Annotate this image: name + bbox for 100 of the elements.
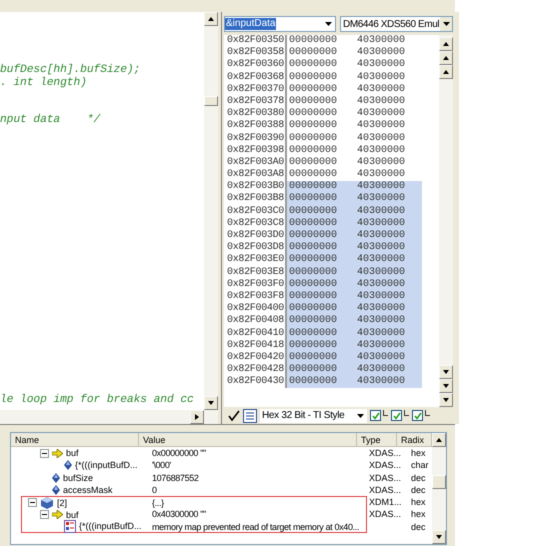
- watch-name-cell[interactable]: accessMask: [21, 484, 149, 496]
- watch-name-cell[interactable]: [2]: [21, 496, 149, 508]
- memory-data-row[interactable]: 00000000 40300000: [287, 181, 422, 194]
- collapse-icon[interactable]: [28, 498, 37, 508]
- checkmark-icon: [392, 412, 400, 420]
- memory-word: 40300000: [357, 376, 406, 388]
- memory-data-row[interactable]: 00000000 40300000: [287, 242, 422, 254]
- watch-value-cell: {...}: [149, 496, 367, 508]
- memory-word: 00000000: [289, 47, 338, 60]
- memory-data-row[interactable]: 00000000 40300000: [287, 290, 422, 304]
- watch-name-cell[interactable]: {*(((inputBufD...: [21, 459, 149, 472]
- dropdown-icon[interactable]: [357, 414, 364, 418]
- caret-up-icon: [207, 15, 215, 23]
- watch-radix-cell-text: hex: [410, 496, 427, 508]
- checkbox[interactable]: [391, 410, 402, 421]
- watch-value-cell-text: 0: [151, 484, 158, 496]
- watch-type-cell-text: XDAS...: [368, 472, 402, 484]
- memory-word: 40300000: [357, 96, 406, 108]
- memory-word: 00000000: [289, 328, 338, 340]
- memory-word: 00000000: [289, 254, 338, 267]
- watch-value-cell: memory map prevented read of target memory at 0x40...: [149, 520, 367, 534]
- caret-up-icon: [435, 436, 443, 444]
- memory-word: 00000000: [289, 242, 338, 254]
- collapse-icon[interactable]: [40, 510, 49, 520]
- memory-word: 40300000: [357, 364, 406, 376]
- memory-word: 00000000: [289, 315, 338, 328]
- watch-name-cell[interactable]: buf: [21, 447, 149, 460]
- code-line: le loop imp for breaks and cc: [0, 394, 195, 406]
- memory-data-row[interactable]: 00000000 40300000: [287, 266, 422, 279]
- memory-data-row[interactable]: 00000000 40300000: [287, 315, 422, 328]
- scroll-up-button[interactable]: [432, 433, 446, 447]
- address-field[interactable]: &inputData: [224, 16, 336, 32]
- memory-word: 00000000: [289, 364, 338, 376]
- memory-data-row[interactable]: 00000000 40300000: [287, 364, 422, 376]
- checkbox[interactable]: [412, 410, 423, 421]
- memory-word: 00000000: [289, 120, 338, 132]
- watch-radix-cell-text: hex: [410, 508, 427, 521]
- scroll-down-button[interactable]: [204, 396, 218, 410]
- memory-data-row[interactable]: 00000000 40300000: [287, 218, 422, 230]
- checkmark-icon[interactable]: [228, 410, 240, 422]
- memory-data-row[interactable]: 00000000 40300000: [287, 376, 422, 388]
- memory-data-row[interactable]: 00000000 40300000: [287, 328, 422, 340]
- list-icon[interactable]: [243, 408, 257, 422]
- watch-value-cell-text: 1076887552: [151, 472, 200, 484]
- memory-data-row[interactable]: 00000000 40300000: [287, 278, 422, 291]
- page-up-button[interactable]: [439, 51, 453, 65]
- memory-word: 00000000: [289, 156, 338, 170]
- watch-radix-cell-text: char: [410, 459, 430, 472]
- scroll-bottom-button[interactable]: [439, 393, 453, 407]
- dropdown-button[interactable]: [440, 17, 452, 31]
- variable-name: {*(((inputBufD...: [75, 459, 138, 472]
- collapse-icon[interactable]: [40, 448, 49, 458]
- memory-word: 40300000: [357, 59, 406, 72]
- diamond-icon: [64, 460, 72, 470]
- watch-type-cell-text: XDAS...: [368, 484, 402, 496]
- caret-down-icon: [435, 533, 443, 541]
- memory-data-row[interactable]: 00000000 40300000: [287, 230, 422, 242]
- memory-word: 00000000: [289, 206, 338, 218]
- memory-word: 00000000: [289, 266, 338, 279]
- watch-type-cell-text: XDAS...: [368, 459, 402, 472]
- memory-word: 00000000: [289, 352, 338, 364]
- memory-data-row[interactable]: 00000000 40300000: [287, 352, 422, 364]
- caret-down-icon: [442, 22, 450, 26]
- scrollbar[interactable]: [439, 35, 453, 407]
- checkbox[interactable]: [370, 410, 381, 421]
- scrollbar[interactable]: [432, 433, 446, 544]
- scroll-down-button[interactable]: [432, 530, 446, 544]
- column-header[interactable]: Name: [11, 433, 139, 446]
- variable-name: bufSize: [63, 472, 94, 484]
- scroll-thumb[interactable]: [204, 96, 218, 106]
- memory-word: 00000000: [289, 144, 338, 157]
- scrollbar[interactable]: [204, 12, 218, 410]
- column-header[interactable]: Type: [357, 433, 397, 446]
- scroll-down-button[interactable]: [439, 365, 453, 379]
- memory-data-row[interactable]: 00000000 40300000: [287, 193, 422, 206]
- memory-data-row[interactable]: 00000000 40300000: [287, 303, 422, 316]
- scroll-thumb[interactable]: [432, 475, 446, 489]
- memory-data-row[interactable]: 00000000 40300000: [287, 206, 422, 218]
- memory-word: 00000000: [289, 169, 338, 182]
- format-field[interactable]: Hex 32 Bit - TI Style: [260, 408, 367, 422]
- watch-name-cell[interactable]: bufSize: [21, 472, 149, 484]
- scroll-up-button[interactable]: [439, 65, 453, 79]
- memory-word: 40300000: [357, 278, 406, 291]
- memory-word: 40300000: [357, 169, 406, 181]
- diamond-icon: [52, 472, 60, 483]
- memory-data-row[interactable]: 00000000 40300000: [287, 340, 422, 352]
- watch-name-cell[interactable]: {*(((inputBufD...: [21, 520, 149, 534]
- scroll-top-button[interactable]: [439, 37, 453, 51]
- scroll-right-button[interactable]: [190, 410, 204, 424]
- memory-word: 00000000: [289, 290, 338, 304]
- page-down-button[interactable]: [439, 379, 453, 393]
- checkmark-icon: [414, 412, 422, 420]
- column-header[interactable]: Value: [139, 433, 357, 446]
- memory-data-row[interactable]: 00000000 40300000: [287, 254, 422, 267]
- memory-word: 00000000: [289, 278, 338, 291]
- watch-radix-cell-text: hex: [410, 447, 427, 460]
- scroll-up-button[interactable]: [204, 12, 218, 26]
- target-field[interactable]: DM6446 XDS560 Emul: [340, 16, 453, 32]
- variable-name: buf: [66, 447, 79, 460]
- memory-word: 00000000: [289, 59, 338, 72]
